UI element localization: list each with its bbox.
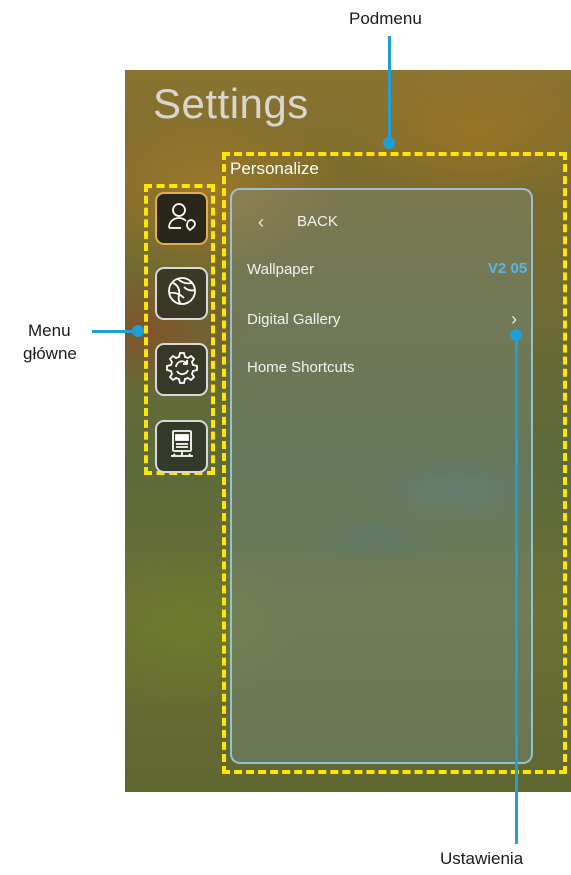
back-chevron-icon[interactable]: ‹ — [258, 212, 264, 233]
submenu-title: Personalize — [230, 159, 319, 178]
submenu-annotation-dot — [383, 137, 395, 149]
menu-network-button[interactable] — [155, 267, 208, 320]
gear-icon — [165, 350, 199, 389]
main-menu-annotation-line1: Menu — [28, 321, 71, 340]
main-menu-annotation-line2: główne — [23, 344, 77, 363]
info-icon — [165, 427, 199, 466]
submenu-annotation-line — [388, 36, 391, 142]
wallpaper-value: V2 05 — [488, 260, 528, 277]
submenu-annotation: Podmenu — [349, 9, 422, 28]
menu-system-button[interactable] — [155, 343, 208, 396]
menu-item-home-shortcuts[interactable]: Home Shortcuts — [247, 359, 355, 376]
chevron-right-icon[interactable]: › — [511, 309, 517, 330]
main-menu-annotation-dot — [132, 325, 144, 337]
menu-item-wallpaper[interactable]: Wallpaper — [247, 261, 314, 278]
back-button[interactable]: BACK — [297, 213, 338, 230]
settings-annotation-line — [515, 334, 518, 844]
menu-personalize-button[interactable] — [155, 192, 208, 245]
menu-item-digital-gallery[interactable]: Digital Gallery — [247, 311, 340, 328]
settings-annotation-dot — [510, 329, 522, 341]
settings-annotation: Ustawienia — [440, 849, 524, 868]
personalize-icon — [165, 199, 199, 238]
menu-info-button[interactable] — [155, 420, 208, 473]
network-icon — [165, 274, 199, 313]
page-title: Settings — [153, 80, 309, 127]
